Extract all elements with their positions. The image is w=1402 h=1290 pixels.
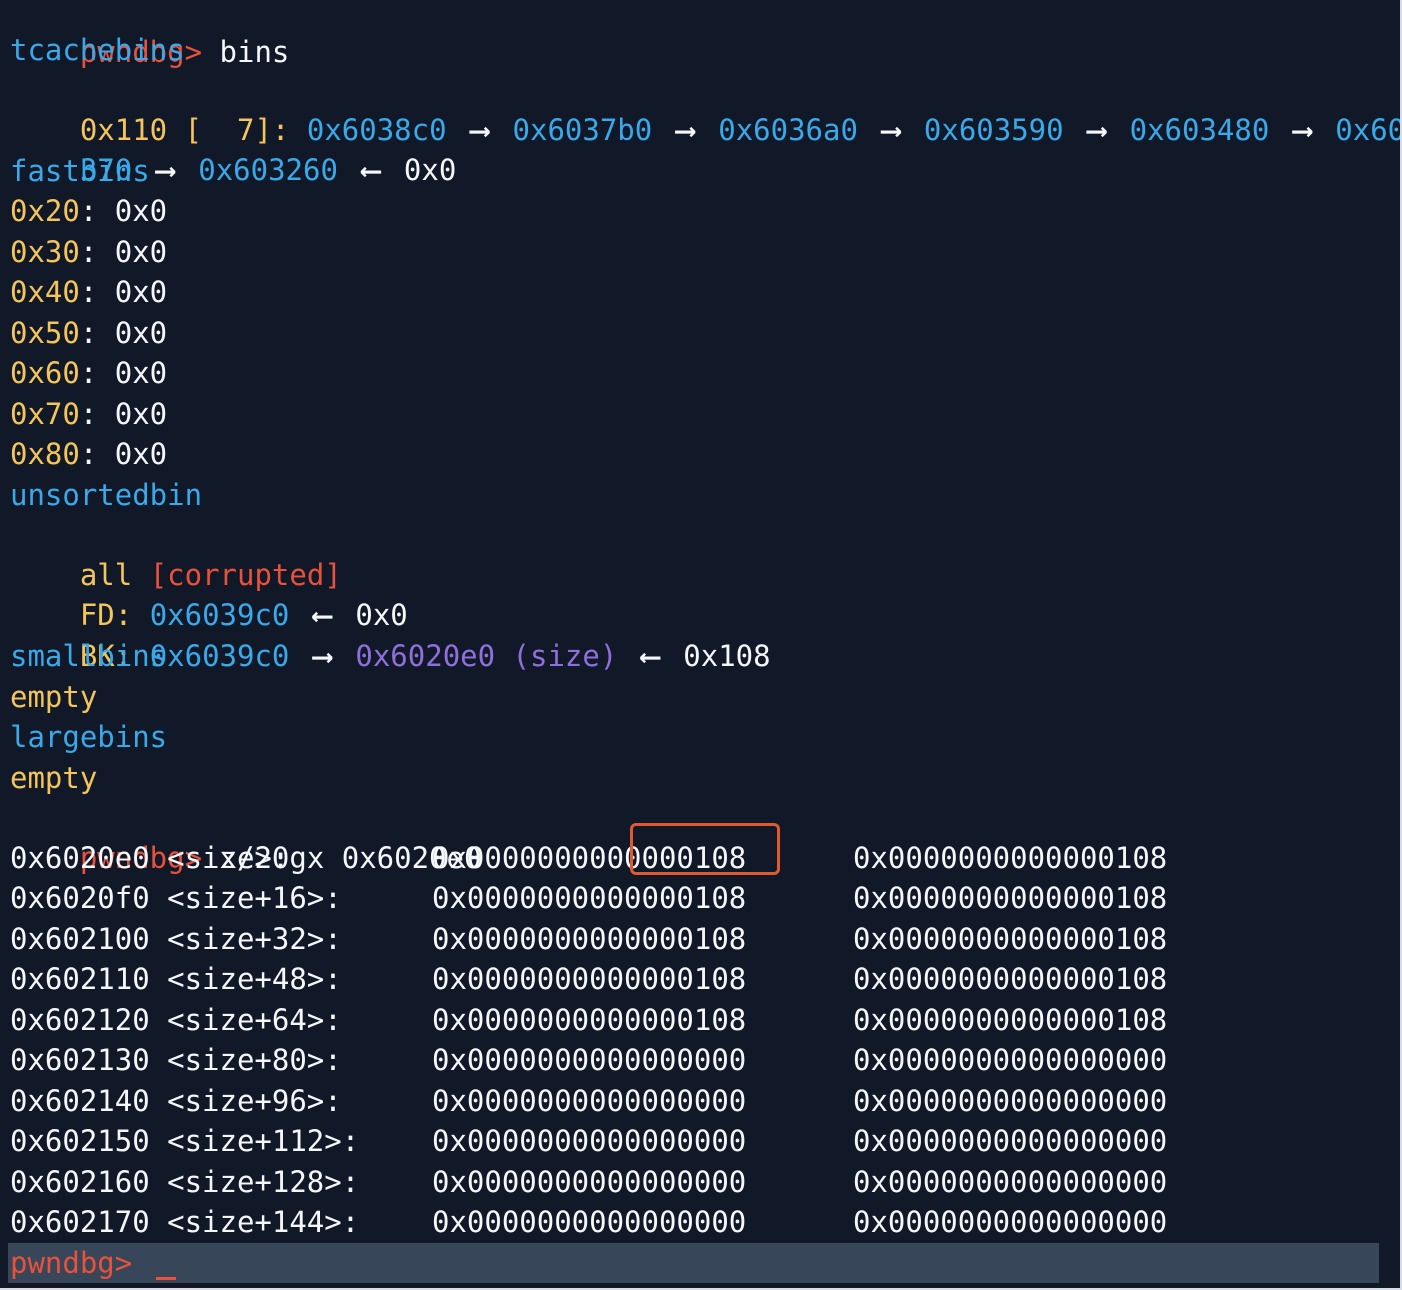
highlight-annotation-box — [630, 823, 780, 875]
largebins-header: largebins — [10, 720, 168, 754]
memory-address: 0x602100 <size+32>: — [10, 922, 342, 956]
memory-address: 0x6020e0 <size>: — [10, 841, 290, 875]
memory-address: 0x602130 <size+80>: — [10, 1043, 342, 1077]
memory-address: 0x6020f0 <size+16>: — [10, 881, 342, 915]
memory-value: 0x0000000000000000 — [432, 1043, 747, 1077]
memory-address: 0x602110 <size+48>: — [10, 962, 342, 996]
left-arrow-icon: ⟵ — [362, 153, 380, 187]
command-text: bins — [219, 35, 290, 69]
memory-row: 0x602100 <size+32>: 0x0000000000000108 0x0… — [0, 919, 1390, 959]
bk-target-symbol: 0x6020e0 (size) — [355, 639, 618, 673]
fastbin-value: 0x0 — [114, 397, 168, 431]
memory-value: 0x0000000000000000 — [853, 1165, 1168, 1199]
memory-value: 0x0000000000000108 — [853, 922, 1168, 956]
memory-value: 0x0000000000000108 — [853, 881, 1168, 915]
fastbin-row: 0x60: 0x0 — [10, 356, 168, 390]
fastbin-value: 0x0 — [114, 316, 168, 350]
memory-value: 0x0000000000000000 — [853, 1084, 1168, 1118]
terminal-window: pwndbg> bins tcachebins 0x110 [ 7]: 0x60… — [0, 0, 1402, 1290]
memory-value: 0x0000000000000000 — [432, 1165, 747, 1199]
unsortedbin-bk-line: BK: 0x6039c0 ⟶ 0x6020e0 (size) ⟵ 0x108 — [10, 596, 771, 673]
prompt: pwndbg> — [10, 1246, 133, 1280]
tcachebins-header: tcachebins — [10, 33, 185, 67]
memory-row: 0x6020f0 <size+16>: 0x0000000000000108 0x0… — [0, 878, 1390, 918]
unsortedbin-header: unsortedbin — [10, 478, 203, 512]
fastbins-header: fastbins — [10, 154, 150, 188]
memory-address: 0x602170 <size+144>: — [10, 1205, 360, 1239]
right-arrow-icon: ⟶ — [313, 639, 332, 673]
bk-end: 0x108 — [683, 639, 771, 673]
tcache-chunk: 0x603 — [1335, 113, 1400, 147]
tcache-chain-wrap-line: 370 ⟶ 0x603260 ⟵ 0x0 — [10, 110, 456, 187]
left-arrow-icon: ⟵ — [641, 639, 660, 673]
fastbin-row: 0x20: 0x0 — [10, 194, 168, 228]
memory-row: 0x602120 <size+64>: 0x0000000000000108 0x0… — [0, 1000, 1390, 1040]
fastbin-value: 0x0 — [114, 235, 168, 269]
tcache-chunk: 0x6036a0 — [718, 113, 858, 147]
memory-value: 0x0000000000000000 — [853, 1205, 1168, 1239]
input-line[interactable]: pwndbg> — [8, 1243, 1379, 1283]
tcache-chunk: 0x603480 — [1129, 113, 1270, 147]
fastbin-size: 0x30 — [10, 235, 80, 269]
right-arrow-icon: ⟶ — [1293, 113, 1312, 147]
memory-row: 0x602170 <size+144>: 0x0000000000000000 0x… — [0, 1202, 1390, 1242]
unsortedbin-fd-line: FD: 0x6039c0 ⟵ 0x0 — [10, 555, 408, 632]
memory-value: 0x0000000000000000 — [853, 1043, 1168, 1077]
fastbin-size: 0x80 — [10, 437, 80, 471]
fastbin-size: 0x50 — [10, 316, 80, 350]
memory-value: 0x0000000000000000 — [853, 1124, 1168, 1158]
memory-value: 0x0000000000000108 — [853, 1003, 1168, 1037]
memory-value: 0x0000000000000000 — [432, 1124, 747, 1158]
fastbin-value: 0x0 — [114, 356, 168, 390]
tcache-chunk: 0x603260 — [198, 153, 338, 187]
memory-value: 0x0000000000000108 — [432, 1003, 747, 1037]
right-arrow-icon: ⟶ — [882, 113, 900, 147]
tcache-chunk: 0x6037b0 — [512, 113, 653, 147]
command-line-bins: pwndbg> bins — [10, 0, 290, 69]
memory-value: 0x0000000000000000 — [432, 1084, 747, 1118]
right-arrow-icon: ⟶ — [676, 113, 694, 147]
memory-value: 0x0000000000000108 — [853, 962, 1168, 996]
tcache-end: 0x0 — [403, 153, 457, 187]
right-arrow-icon: ⟶ — [1087, 113, 1106, 147]
fastbin-size: 0x70 — [10, 397, 80, 431]
fastbin-row: 0x50: 0x0 — [10, 316, 168, 350]
smallbins-value: empty — [10, 680, 98, 714]
text-cursor — [156, 1277, 176, 1280]
memory-row: 0x602130 <size+80>: 0x0000000000000000 0x0… — [0, 1040, 1390, 1080]
fastbin-value: 0x0 — [114, 437, 168, 471]
right-arrow-icon: ⟶ — [470, 113, 489, 147]
memory-address: 0x602120 <size+64>: — [10, 1003, 342, 1037]
memory-address: 0x602160 <size+128>: — [10, 1165, 360, 1199]
fastbin-row: 0x40: 0x0 — [10, 275, 168, 309]
command-line-examine: pwndbg> x/20gx 0x6020e0 — [10, 798, 482, 875]
fastbin-row: 0x70: 0x0 — [10, 397, 168, 431]
bk-address: 0x6039c0 — [149, 639, 290, 673]
memory-row: 0x602110 <size+48>: 0x0000000000000108 0x0… — [0, 959, 1390, 999]
tcache-chain-line: 0x110 [ 7]: 0x6038c0 ⟶ 0x6037b0 ⟶ 0x6036a0 ⟶ 0… — [10, 70, 1400, 147]
largebins-value: empty — [10, 761, 98, 795]
fastbin-row: 0x30: 0x0 — [10, 235, 168, 269]
memory-row: 0x602150 <size+112>: 0x0000000000000000 0x… — [0, 1121, 1390, 1161]
unsortedbin-all-line: all [corrupted] — [10, 515, 342, 592]
fastbin-size: 0x40 — [10, 275, 80, 309]
memory-value: 0x0000000000000108 — [432, 962, 747, 996]
fastbin-value: 0x0 — [114, 194, 168, 228]
fastbin-size: 0x20 — [10, 194, 80, 228]
smallbins-header: smallbins — [10, 639, 168, 673]
memory-value: 0x0000000000000108 — [432, 881, 747, 915]
tcache-chunk: 0x603590 — [923, 113, 1064, 147]
fastbin-size: 0x60 — [10, 356, 80, 390]
memory-address: 0x602140 <size+96>: — [10, 1084, 342, 1118]
fastbin-value: 0x0 — [114, 275, 168, 309]
fastbin-row: 0x80: 0x0 — [10, 437, 168, 471]
memory-value: 0x0000000000000000 — [432, 1205, 747, 1239]
memory-value: 0x0000000000000108 — [853, 841, 1168, 875]
memory-value: 0x0000000000000108 — [432, 922, 747, 956]
memory-address: 0x602150 <size+112>: — [10, 1124, 360, 1158]
memory-row: 0x602160 <size+128>: 0x0000000000000000 0x… — [0, 1162, 1390, 1202]
memory-row: 0x602140 <size+96>: 0x0000000000000000 0x0… — [0, 1081, 1390, 1121]
